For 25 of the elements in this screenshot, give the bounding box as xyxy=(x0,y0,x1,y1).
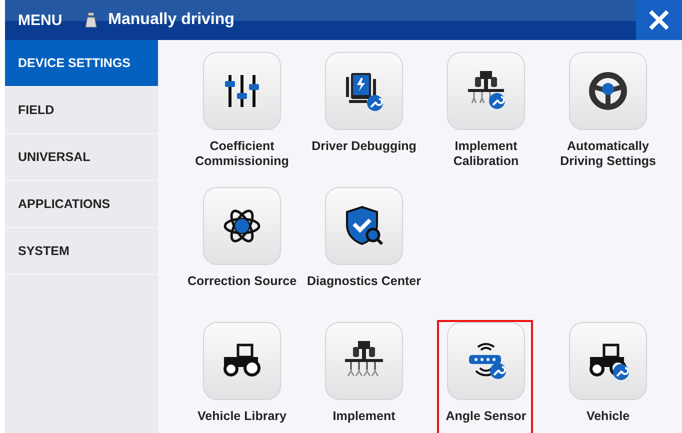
tile-button[interactable] xyxy=(203,52,281,130)
tile-button[interactable] xyxy=(447,52,525,130)
tile-label: Angle Sensor xyxy=(444,409,528,425)
close-button[interactable] xyxy=(636,0,682,40)
driving-mode-title: Manually driving xyxy=(108,11,234,29)
tile-button[interactable] xyxy=(203,187,281,265)
tile-button[interactable] xyxy=(325,52,403,130)
menu-label[interactable]: MENU xyxy=(18,12,62,28)
tile-button[interactable] xyxy=(203,322,281,400)
close-icon xyxy=(649,10,669,30)
tile-label: Automatically Driving Settings xyxy=(559,139,657,169)
tile-button[interactable] xyxy=(325,187,403,265)
tile-button[interactable] xyxy=(569,322,647,400)
tile-label: Implement Calibration xyxy=(452,139,520,169)
tile-label: Vehicle xyxy=(585,409,631,425)
tile-button[interactable] xyxy=(569,52,647,130)
tile-label: Correction Source xyxy=(186,274,298,290)
tile-label: Diagnostics Center xyxy=(306,274,422,290)
tile-label: Driver Debugging xyxy=(310,139,418,155)
tile-label: Vehicle Library xyxy=(196,409,288,425)
sidebar-item[interactable]: DEVICE SETTINGS xyxy=(5,40,158,87)
tile-button[interactable] xyxy=(447,322,525,400)
tile-label: Coefficient Commissioning xyxy=(194,139,290,169)
tile-button[interactable] xyxy=(325,322,403,400)
tile-label: Implement xyxy=(332,409,396,425)
